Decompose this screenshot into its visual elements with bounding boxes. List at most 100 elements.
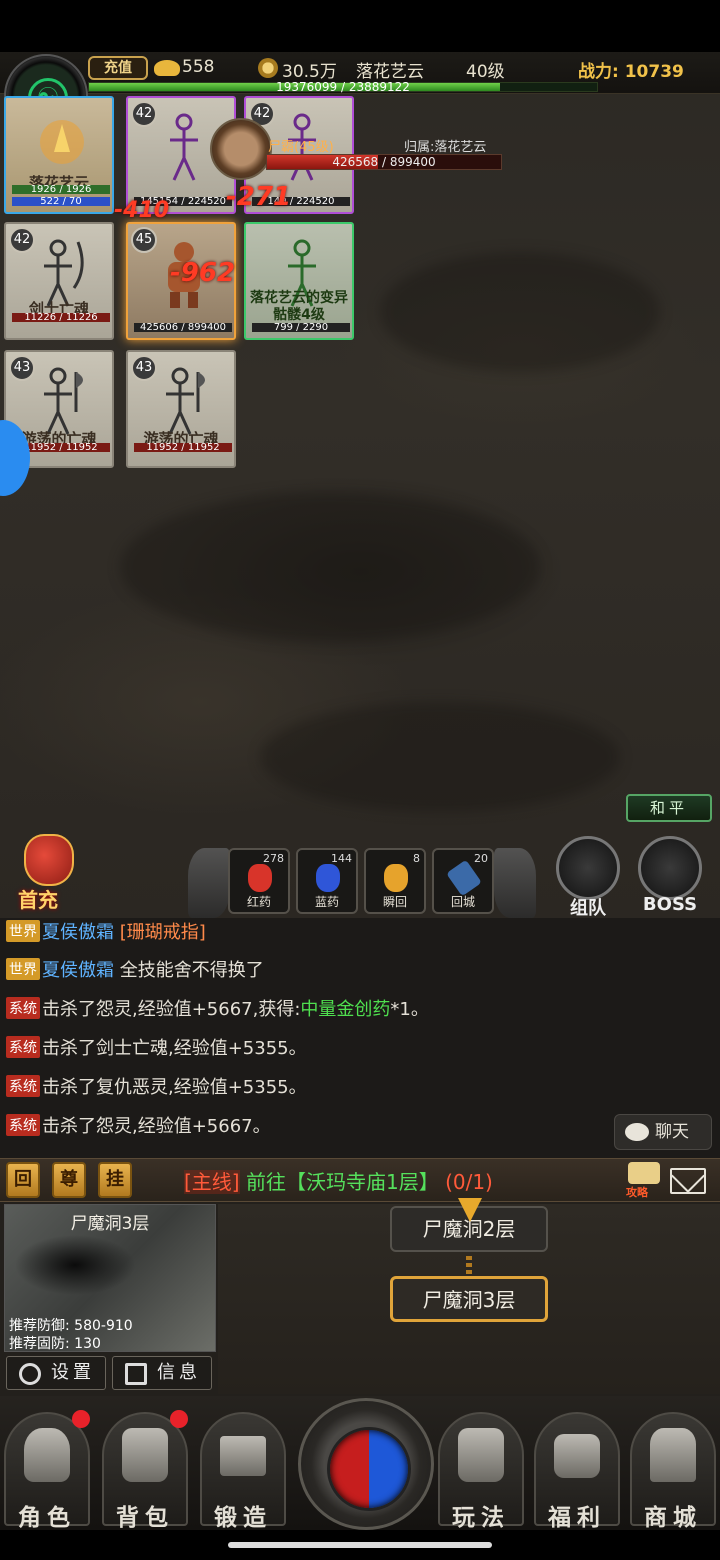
chat-sender[interactable]: 夏侯傲霜 [42,960,114,981]
pk-mode-button[interactable]: 和平 [626,794,712,822]
chat-text: 全技能舍不得换了 [119,960,264,981]
quest-text: 前往【沃玛寺庙1层】 [245,1170,439,1194]
potion-slot-instant[interactable]: 8 瞬回 [364,848,426,914]
anvil-icon [220,1436,266,1476]
chat-channel-tag: 世界 [6,958,40,980]
potion-label: 瞬回 [382,895,407,909]
chat-channel-tag: 系统 [6,1114,40,1136]
nav-label: 背包 [116,1505,174,1531]
unit-card-wandering-ghost[interactable]: 43 游荡的亡魂 11952 / 11952 [126,350,236,468]
terrain-ridge [260,702,620,812]
combat-power: 战力: 10739 [578,62,684,82]
minimap[interactable]: 尸魔洞3层 推荐防御: 580-910 推荐固防: 130 [4,1204,216,1352]
shop-pavilion-icon [650,1428,696,1482]
boss-button[interactable] [638,836,702,900]
team-label: 组队 [570,898,606,919]
boss-name: 尸霸(45级) [268,140,334,155]
potion-slot-return[interactable]: 20 回城 [432,848,494,914]
nav-character[interactable]: 角色 [2,1408,92,1531]
mail-icon[interactable] [670,1168,706,1194]
scroll-icon [628,1162,660,1184]
nav-label: 玩法 [452,1505,510,1531]
chat-button[interactable]: 聊天 [614,1114,712,1150]
unit-card-player[interactable]: 落花艺云 1926 / 1926 522 / 70 [4,96,114,214]
red-potion-icon [248,864,272,892]
status-bar [0,0,720,52]
boss-info-panel[interactable]: 426568 / 899400 尸霸(45级) 归属:落花艺云 [210,118,510,180]
unit-level: 42 [9,227,35,253]
chat-text-suffix: *1。 [390,999,429,1020]
unit-level: 43 [9,355,35,381]
chat-item-link[interactable]: [珊瑚戒指] [120,922,206,943]
hp-mp-orb-button[interactable] [298,1398,434,1530]
chat-line: 世界 夏侯傲霜 全技能舍不得换了 [6,956,264,982]
quest-progress: (0/1) [445,1170,493,1194]
potion-slot-red[interactable]: 278 红药 [228,848,290,914]
notification-dot [72,1410,90,1428]
nav-label: 锻造 [214,1505,272,1531]
gold-ingot-icon [154,60,180,76]
home-indicator-bar [0,1530,720,1560]
first-recharge-button[interactable]: 首充 [14,830,84,914]
settings-button[interactable]: 设置 [6,1356,106,1390]
team-button[interactable] [556,836,620,900]
nav-welfare[interactable]: 福利 [532,1408,622,1531]
potion-count: 20 [474,852,488,865]
chat-line: 系统 击杀了复仇恶灵,经验值+5355。 [6,1073,307,1099]
blue-potion-icon [316,864,340,892]
chat-line: 系统 击杀了怨灵,经验值+5667,获得:中量金创药*1。 [6,995,429,1021]
chat-sender[interactable]: 夏侯傲霜 [42,922,114,943]
chat-text: 击杀了怨灵,经验值+5667,获得: [42,999,301,1020]
first-recharge-label: 首充 [18,888,58,912]
treasure-chest-icon [554,1434,600,1478]
recharge-button[interactable]: 充值 [88,56,148,80]
potion-label: 蓝药 [314,895,339,909]
player-level: 40级 [466,62,505,82]
unit-hp: 11952 / 11952 [134,443,232,453]
home-indicator[interactable] [228,1542,492,1548]
info-button[interactable]: 信息 [112,1356,212,1390]
route-connector [466,1256,472,1274]
location-arrow-icon [458,1198,482,1222]
nav-shop[interactable]: 商城 [628,1408,718,1531]
damage-number: -410 [114,198,170,223]
vip-button[interactable]: 尊 [52,1162,86,1198]
gift-bag-icon [24,834,74,886]
unit-card-swordsman-ghost[interactable]: 42 剑士亡魂 11226 / 11226 [4,222,114,340]
settings-label: 设置 [51,1362,95,1383]
idle-button[interactable]: 挂 [98,1162,132,1198]
unit-hp: 799 / 2290 [252,323,350,333]
unit-card-pet-skeleton[interactable]: 落花艺云的变异骷髅4级 799 / 2290 [244,222,354,340]
coin-icon [258,58,278,78]
route-current-floor[interactable]: 尸魔洞3层 [390,1276,548,1322]
potion-label: 回城 [450,895,475,909]
nav-forge[interactable]: 锻造 [198,1408,288,1531]
boss-hp-text: 426568 / 899400 [332,155,436,169]
nav-gameplay[interactable]: 玩法 [436,1408,526,1531]
boss-portrait [210,118,272,180]
unit-name: 落花艺云的变异骷髅4级 [250,290,348,323]
recommended-fixed-defense: 推荐固防: 130 [9,1336,101,1352]
main-quest-link[interactable]: [主线] 前往【沃玛寺庙1层】 (0/1) [184,1166,493,1195]
unit-level: 42 [131,101,157,127]
terrain-ridge [120,492,540,642]
nav-label: 角色 [18,1505,76,1531]
potion-slot-blue[interactable]: 144 蓝药 [296,848,358,914]
terrain-ridge [380,252,660,372]
guide-button[interactable]: 攻略 [626,1160,662,1200]
document-icon [125,1363,147,1385]
gold-amount: 558 [182,57,215,77]
chat-channel-tag: 系统 [6,1075,40,1097]
chat-item-link[interactable]: 中量金创药 [300,999,390,1020]
exp-bar: 19376099 / 23889122 [88,80,598,94]
player-name: 落花艺云 [356,62,424,82]
potion-count: 144 [331,852,352,865]
chat-channel-tag: 系统 [6,997,40,1019]
potion-count: 278 [263,852,284,865]
nav-bag[interactable]: 背包 [100,1408,190,1531]
return-button[interactable]: 回 [6,1162,40,1198]
unit-mp: 522 / 70 [12,197,110,207]
potion-label: 红药 [246,895,271,909]
info-label: 信息 [157,1362,201,1383]
return-scroll-icon [446,859,482,897]
